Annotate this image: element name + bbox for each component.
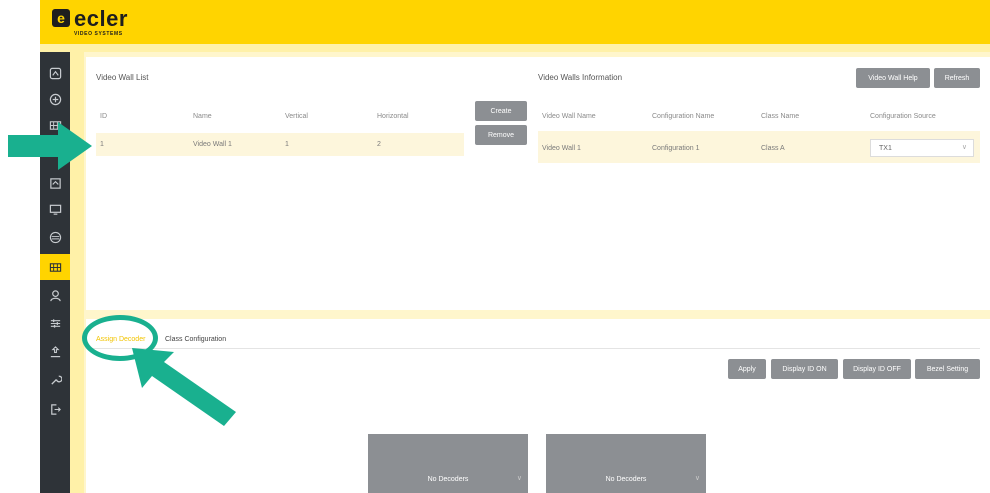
wrench-icon [50, 375, 62, 385]
callout-arrow-right-icon [8, 122, 92, 170]
ecler-logo: e ecler VIDEO SYSTEMS [52, 6, 128, 37]
refresh-button[interactable]: Refresh [934, 68, 980, 88]
col-id: ID [100, 113, 107, 120]
sidebar [40, 52, 70, 493]
col-vertical: Vertical [285, 113, 308, 120]
logo-mark: e [52, 9, 70, 27]
table-row[interactable] [96, 133, 464, 156]
video-wall-help-button[interactable]: Video Wall Help [856, 68, 930, 88]
sidebar-item-video-wall[interactable] [40, 254, 70, 280]
decoder-slot[interactable]: No Decoders ∨ [368, 434, 528, 493]
cell-class-name: Class A [761, 145, 785, 152]
user-icon [49, 289, 61, 301]
encoder-icon [49, 177, 61, 189]
dashboard-icon [49, 67, 61, 79]
video-wall-icon [49, 262, 61, 272]
display-id-off-button[interactable]: Display ID OFF [843, 359, 911, 379]
col-class-name: Class Name [761, 113, 800, 120]
add-circle-icon [49, 93, 61, 105]
cell-vertical: 1 [285, 141, 289, 148]
chevron-down-icon: ∨ [516, 475, 522, 482]
configuration-source-select[interactable]: TX1 ∨ [870, 139, 974, 157]
video-walls-info-title: Video Walls Information [538, 73, 623, 82]
header-underline [40, 44, 990, 52]
video-wall-list-title: Video Wall List [96, 73, 149, 82]
cell-horizontal: 2 [377, 141, 381, 148]
video-wall-panel [86, 57, 990, 310]
callout-arrow-diagonal-icon [132, 348, 236, 426]
top-header: e ecler VIDEO SYSTEMS [40, 0, 990, 44]
decoder-icon [49, 204, 61, 215]
tab-class-configuration[interactable]: Class Configuration [165, 336, 226, 343]
apply-button[interactable]: Apply [728, 359, 766, 379]
logout-icon [50, 403, 61, 415]
logo-word: ecler [74, 6, 128, 31]
sidebar-item-decoder[interactable] [40, 196, 70, 222]
sidebar-item-users[interactable] [40, 282, 70, 308]
layers-icon [49, 231, 61, 243]
col-horizontal: Horizontal [377, 113, 409, 120]
sidebar-item-settings[interactable] [40, 310, 70, 336]
sidebar-item-tools[interactable] [40, 366, 70, 392]
chevron-down-icon: ∨ [694, 475, 700, 482]
sidebar-item-add[interactable] [40, 86, 70, 112]
sidebar-item-encoder[interactable] [40, 170, 70, 196]
col-config-name: Configuration Name [652, 113, 715, 120]
upload-user-icon [50, 345, 60, 357]
sidebar-item-dashboard[interactable] [40, 60, 70, 86]
col-wall-name: Video Wall Name [542, 113, 596, 120]
settings-sliders-icon [50, 318, 60, 328]
chevron-down-icon: ∨ [961, 144, 967, 151]
sidebar-item-layers[interactable] [40, 224, 70, 250]
bezel-setting-button[interactable]: Bezel Setting [915, 359, 980, 379]
decoder-slot-label: No Decoders [605, 476, 647, 483]
cell-id: 1 [100, 141, 104, 148]
col-name: Name [193, 113, 212, 120]
decoder-slot-label: No Decoders [427, 476, 469, 483]
logo-subtitle: VIDEO SYSTEMS [74, 31, 123, 37]
sidebar-item-logout[interactable] [40, 396, 70, 422]
decoder-slot[interactable]: No Decoders ∨ [546, 434, 706, 493]
cell-name: Video Wall 1 [193, 141, 232, 148]
create-button[interactable]: Create [475, 101, 527, 121]
sidebar-accent-strip [70, 52, 84, 493]
cell-wall-name: Video Wall 1 [542, 145, 581, 152]
sidebar-item-upload[interactable] [40, 338, 70, 364]
display-id-on-button[interactable]: Display ID ON [771, 359, 838, 379]
select-value: TX1 [879, 144, 892, 152]
col-config-source: Configuration Source [870, 113, 936, 120]
remove-button[interactable]: Remove [475, 125, 527, 145]
cell-config-name: Configuration 1 [652, 145, 700, 152]
